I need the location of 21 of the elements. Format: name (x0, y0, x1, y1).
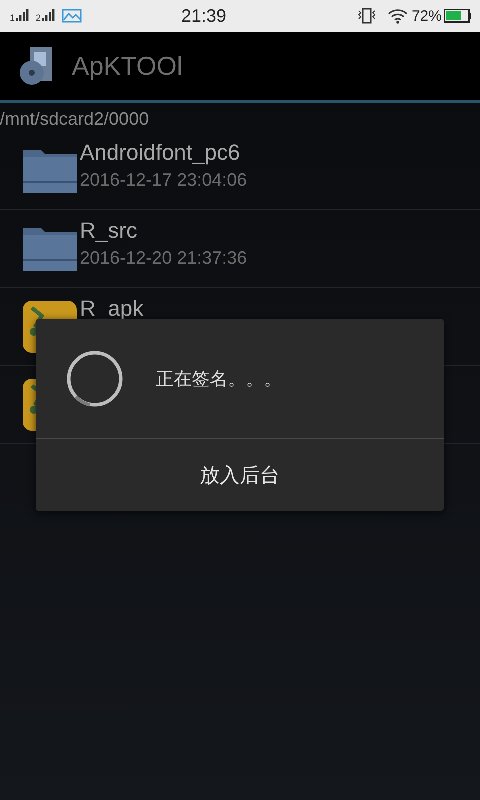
file-date: 2016-12-20 21:37:36 (80, 248, 248, 269)
background-button[interactable]: 放入后台 (36, 439, 444, 511)
folder-icon (22, 148, 78, 194)
file-name: Androidfont_pc6 (80, 140, 242, 166)
signal-icon (42, 9, 56, 23)
image-icon (62, 8, 82, 24)
file-name: R_src (80, 218, 138, 244)
dialog-message: 正在签名。。。 (156, 368, 282, 390)
app-title: ApKTOOl (72, 50, 183, 82)
signal-icon (16, 9, 30, 23)
file-date: 2016-12-17 23:04:06 (80, 170, 248, 191)
loading-spinner-icon (66, 350, 124, 408)
folder-path: /mnt/sdcard2/0000 (0, 108, 150, 131)
sim-number: 1 (10, 14, 16, 23)
folder-icon (22, 226, 78, 272)
sim-number: 2 (36, 14, 42, 23)
vibrate-icon (356, 7, 378, 25)
battery-percent: 72% (412, 8, 442, 24)
battery-icon (444, 9, 472, 23)
clock-time: 21:39 (180, 6, 228, 26)
wifi-icon (388, 8, 408, 24)
